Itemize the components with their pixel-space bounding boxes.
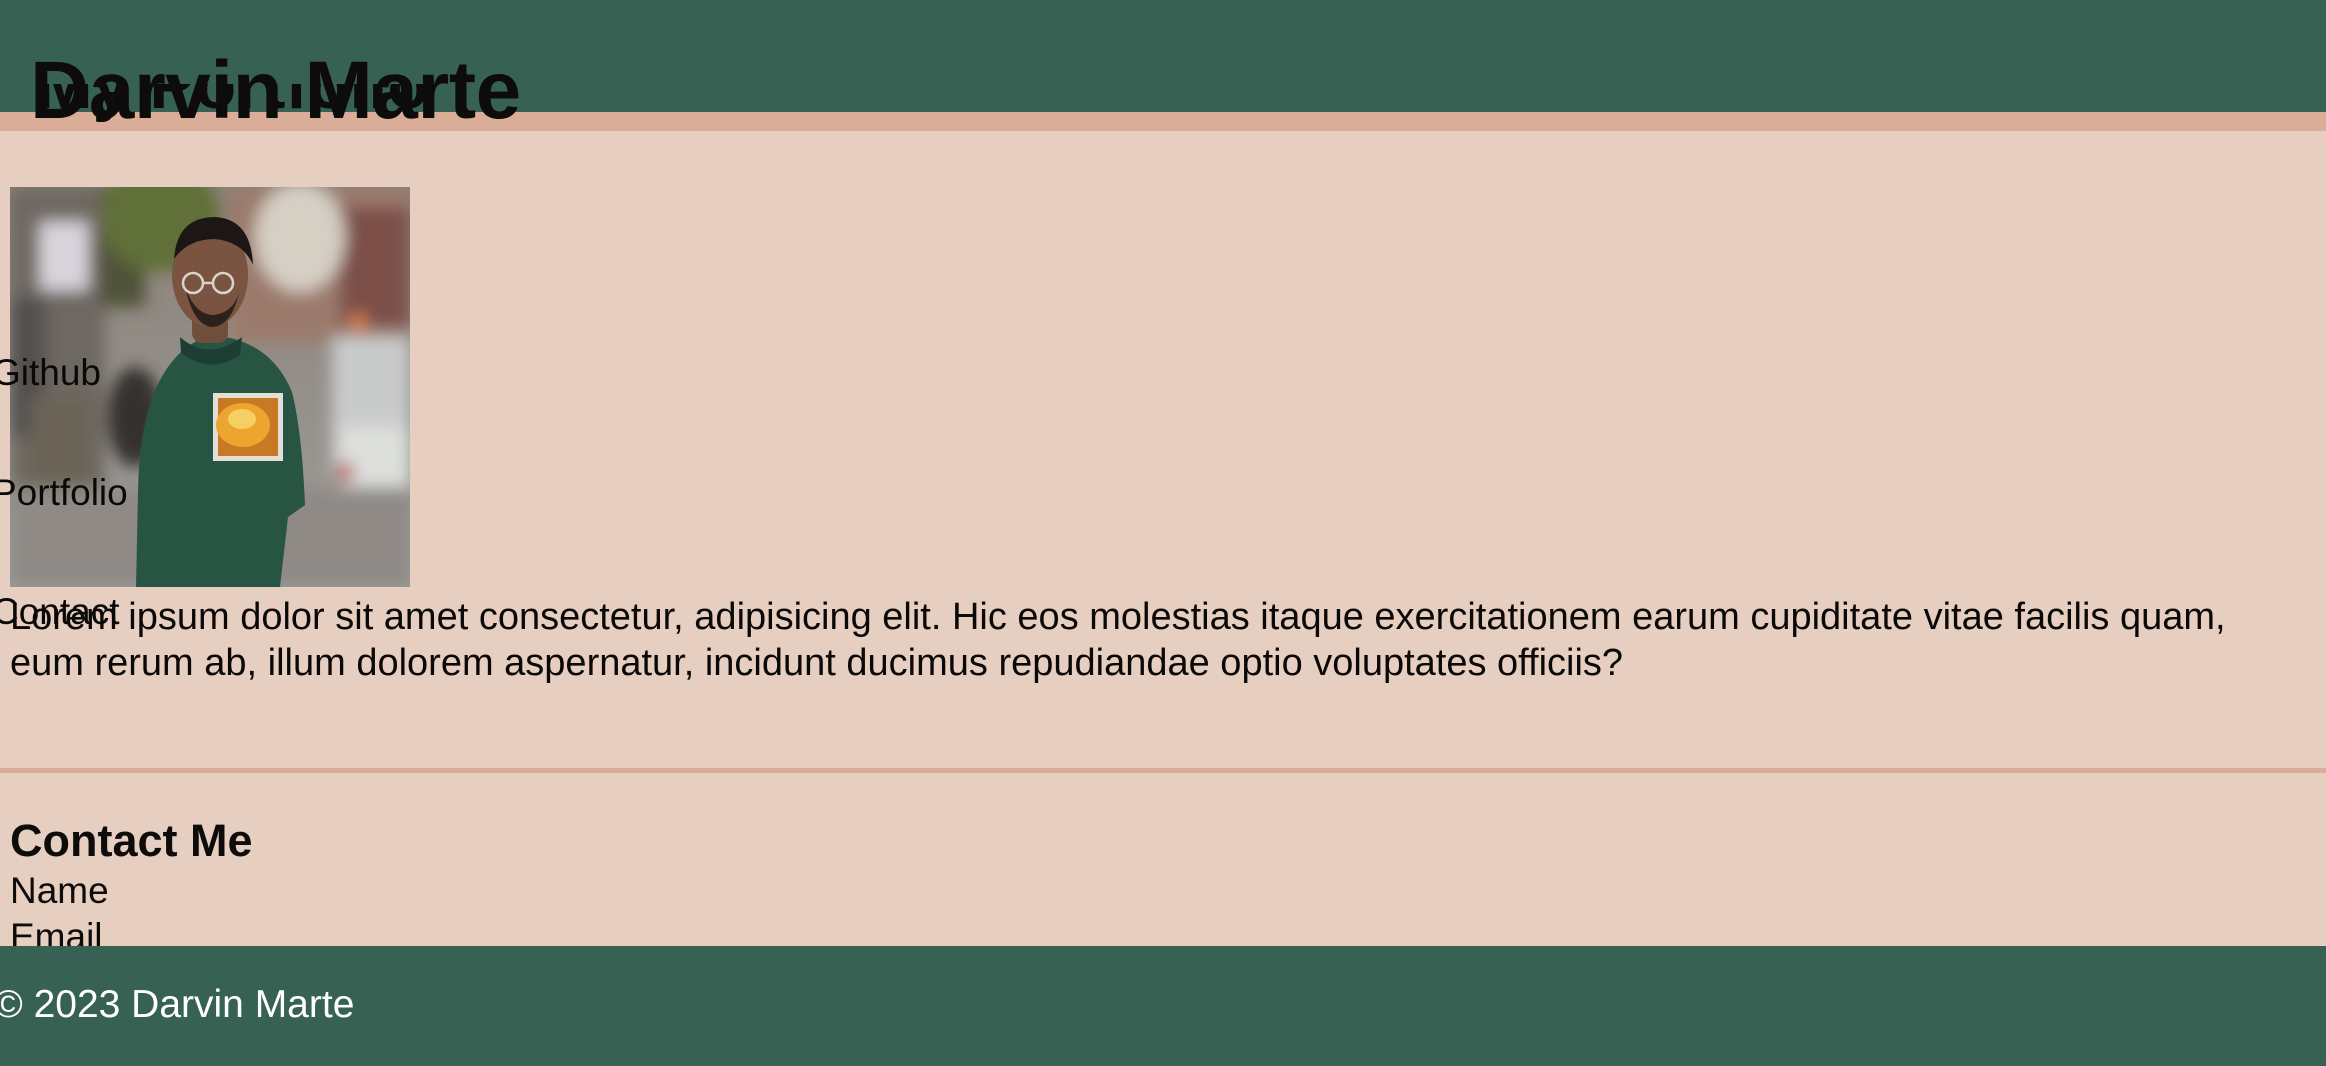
name-field-label: Name [10,870,109,911]
footer-copyright: © 2023 Darvin Marte [0,983,355,1026]
section-divider [0,768,2326,773]
bio-paragraph: Lorem ipsum dolor sit amet consectetur, … [10,596,2226,684]
site-title: Darvin Marte [30,45,521,136]
nav-link-contact[interactable]: Contact [0,590,120,634]
nav-link-github[interactable]: Github [0,351,101,395]
nav-link-portfolio[interactable]: Portfolio [0,471,128,515]
portfolio-page: My Portfolio Darvin Marte Github Portfol… [0,0,2326,1066]
contact-heading: Contact Me [10,815,253,866]
